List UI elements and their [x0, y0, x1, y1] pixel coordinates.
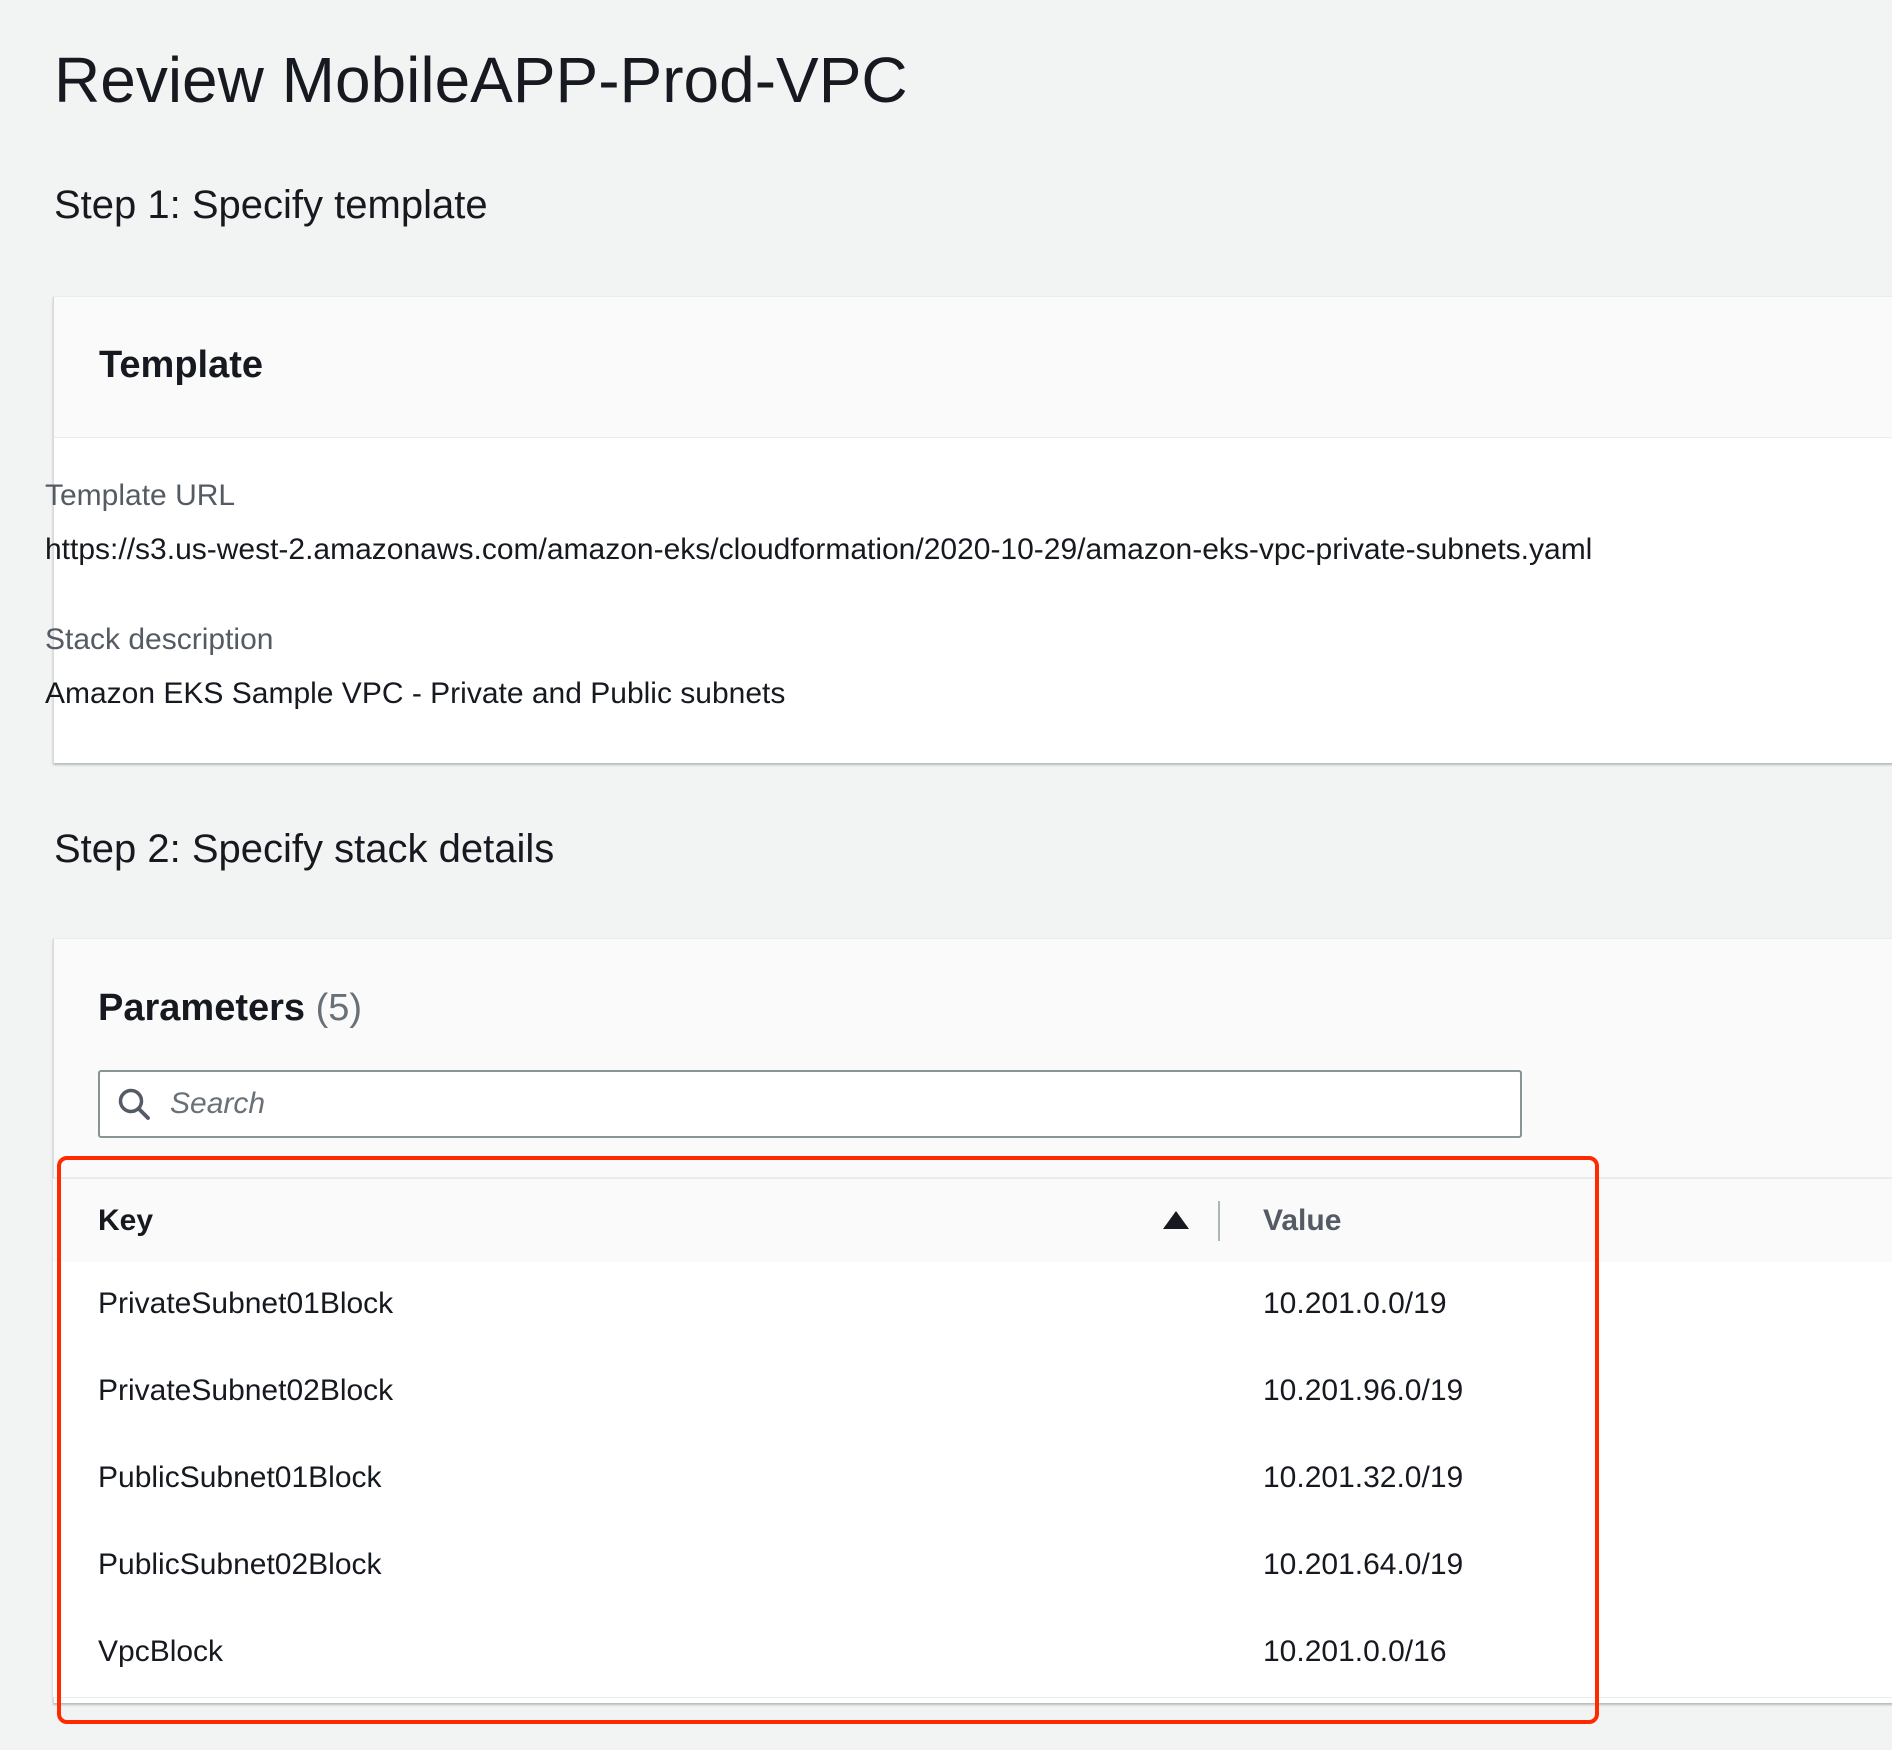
table-row: VpcBlock 10.201.0.0/16	[53, 1610, 1892, 1698]
table-row: PublicSubnet01Block 10.201.32.0/19	[53, 1436, 1892, 1524]
parameter-key: PublicSubnet02Block	[98, 1548, 382, 1581]
table-row: PublicSubnet02Block 10.201.64.0/19	[53, 1523, 1892, 1611]
parameter-key: PrivateSubnet01Block	[98, 1287, 394, 1320]
step-2-heading: Step 2: Specify stack details	[54, 827, 555, 871]
stack-description-label: Stack description	[45, 623, 274, 656]
search-input[interactable]	[170, 1072, 1500, 1136]
column-header-value[interactable]: Value	[1263, 1201, 1341, 1241]
parameters-panel-title: Parameters (5)	[98, 984, 362, 1032]
page-title: Review MobileAPP-Prod-VPC	[54, 44, 908, 116]
search-field[interactable]	[98, 1070, 1522, 1138]
parameters-title-text: Parameters	[98, 987, 306, 1029]
parameters-table-header: Key Value	[53, 1178, 1892, 1264]
template-panel-header: Template	[54, 297, 1892, 438]
parameter-value: 10.201.0.0/16	[1263, 1635, 1447, 1668]
parameter-value: 10.201.96.0/19	[1263, 1374, 1464, 1407]
template-url-value: https://s3.us-west-2.amazonaws.com/amazo…	[45, 533, 1593, 566]
stack-description-value: Amazon EKS Sample VPC - Private and Publ…	[45, 677, 786, 710]
parameter-value: 10.201.64.0/19	[1263, 1548, 1464, 1581]
template-panel-title: Template	[99, 344, 264, 386]
parameters-panel-header	[54, 939, 1892, 1178]
parameters-count: (5)	[315, 987, 363, 1029]
table-row: PrivateSubnet02Block 10.201.96.0/19	[53, 1349, 1892, 1437]
table-row: PrivateSubnet01Block 10.201.0.0/19	[53, 1262, 1892, 1350]
parameter-value: 10.201.32.0/19	[1263, 1461, 1464, 1494]
parameter-key: VpcBlock	[98, 1635, 224, 1668]
template-url-label: Template URL	[45, 479, 236, 512]
column-header-key[interactable]: Key	[98, 1201, 153, 1241]
sort-ascending-icon[interactable]	[1163, 1211, 1189, 1229]
parameter-key: PublicSubnet01Block	[98, 1461, 382, 1494]
parameter-key: PrivateSubnet02Block	[98, 1374, 394, 1407]
step-1-heading: Step 1: Specify template	[54, 183, 488, 227]
column-resize-divider[interactable]	[1218, 1201, 1220, 1241]
search-icon	[116, 1086, 152, 1122]
parameter-value: 10.201.0.0/19	[1263, 1287, 1447, 1320]
